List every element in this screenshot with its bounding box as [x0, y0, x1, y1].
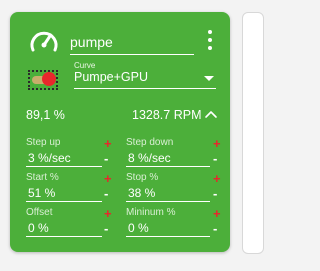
toggle-thumb — [42, 72, 56, 86]
curve-label: Curve — [74, 61, 96, 70]
step-down-decrement-button[interactable]: - — [213, 152, 217, 165]
fan-card: Curve Pumpe+GPU 89,1 % 1328.7 RPM Step u… — [10, 12, 230, 252]
dropdown-caret-icon — [204, 76, 214, 81]
adjacent-card-edge — [242, 12, 264, 254]
offset-field[interactable]: 0 % — [26, 220, 102, 237]
start-label: Start % — [26, 172, 59, 183]
start-value: 51 % — [28, 186, 56, 200]
step-down-label: Step down — [126, 137, 174, 148]
minimum-label: Mininum % — [126, 207, 176, 218]
step-up-increment-button[interactable]: + — [104, 137, 112, 150]
fan-name-field[interactable] — [70, 28, 194, 55]
step-down-increment-button[interactable]: + — [213, 137, 221, 150]
speedometer-icon — [30, 31, 58, 52]
fan-enable-toggle[interactable] — [28, 70, 58, 90]
stop-decrement-button[interactable]: - — [213, 187, 217, 200]
stop-value: 38 % — [128, 186, 156, 200]
offset-decrement-button[interactable]: - — [104, 222, 108, 235]
minimum-decrement-button[interactable]: - — [213, 222, 217, 235]
step-down-value: 8 %/sec — [128, 151, 171, 165]
stop-label: Stop % — [126, 172, 159, 183]
minimum-field[interactable]: 0 % — [126, 220, 210, 237]
step-down-field[interactable]: 8 %/sec — [126, 150, 210, 167]
start-decrement-button[interactable]: - — [104, 187, 108, 200]
offset-label: Offset — [26, 207, 53, 218]
step-up-field[interactable]: 3 %/sec — [26, 150, 102, 167]
step-up-decrement-button[interactable]: - — [104, 152, 108, 165]
stop-increment-button[interactable]: + — [213, 172, 221, 185]
load-percentage: 89,1 % — [26, 108, 65, 122]
step-up-value: 3 %/sec — [28, 151, 71, 165]
stop-field[interactable]: 38 % — [126, 185, 210, 202]
more-vert-icon[interactable] — [205, 30, 215, 50]
chevron-up-icon[interactable] — [204, 108, 218, 120]
rpm-readout: 1328.7 RPM — [132, 108, 202, 122]
start-increment-button[interactable]: + — [104, 172, 112, 185]
offset-increment-button[interactable]: + — [104, 207, 112, 220]
start-field[interactable]: 51 % — [26, 185, 102, 202]
minimum-value: 0 % — [128, 221, 149, 235]
step-up-label: Step up — [26, 137, 61, 148]
fan-name-input[interactable] — [70, 28, 194, 50]
minimum-increment-button[interactable]: + — [213, 207, 221, 220]
curve-select[interactable]: Pumpe+GPU — [74, 70, 216, 89]
offset-value: 0 % — [28, 221, 49, 235]
curve-select-value: Pumpe+GPU — [74, 70, 148, 84]
